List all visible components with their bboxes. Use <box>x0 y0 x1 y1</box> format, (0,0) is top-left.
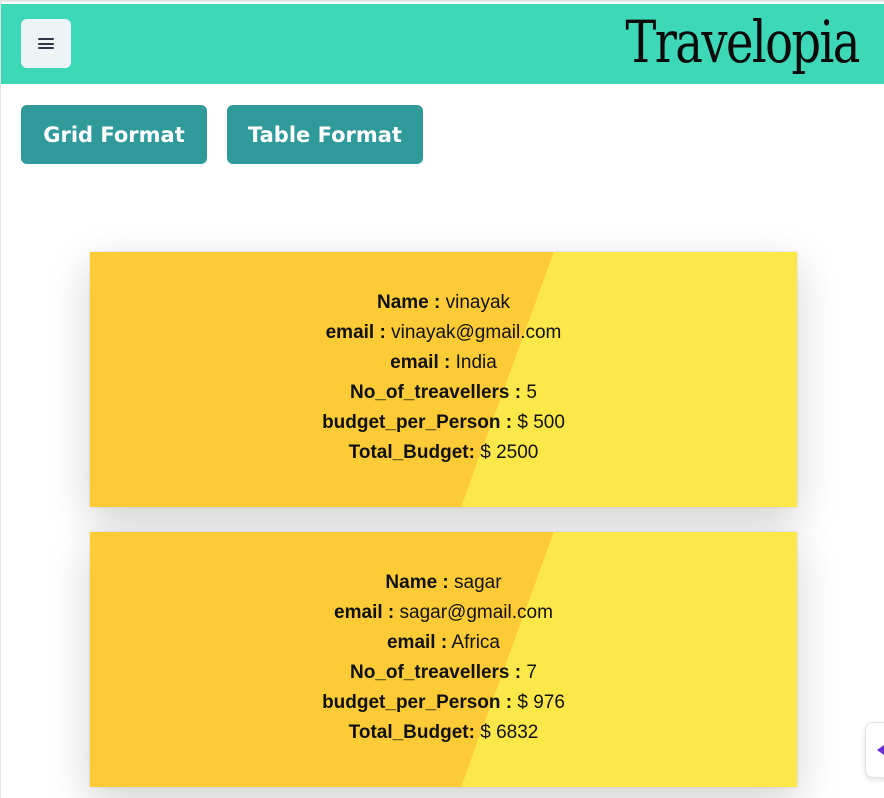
table-format-button[interactable]: Table Format <box>227 105 423 164</box>
travellers-row: No_of_treavellers : 7 <box>350 658 537 688</box>
total-budget-label: Total_Budget: <box>348 721 475 743</box>
navbar: Travelopia <box>1 4 884 84</box>
total-budget-label: Total_Budget: <box>348 441 475 463</box>
budget-per-person-row: budget_per_Person : $ 500 <box>322 408 565 438</box>
name-label: Name : <box>376 291 441 313</box>
hamburger-menu-icon <box>38 38 54 49</box>
traveller-card: Name : vinayak email : vinayak@gmail.com… <box>90 252 797 507</box>
travellers-value: 5 <box>526 381 537 403</box>
name-value: sagar <box>454 571 502 593</box>
total-budget-row: Total_Budget: $ 2500 <box>349 438 539 468</box>
traveller-card: Name : sagar email : sagar@gmail.com ema… <box>90 532 797 787</box>
email-label: email : <box>334 601 395 623</box>
budget-per-person-label: budget_per_Person : <box>322 411 513 433</box>
total-budget-value: $ 2500 <box>480 441 539 463</box>
email-row: email : vinayak@gmail.com <box>326 318 562 348</box>
email-label: email : <box>325 321 386 343</box>
brand-logo[interactable]: Travelopia <box>626 4 861 80</box>
travellers-value: 7 <box>526 661 537 683</box>
destination-row: email : Africa <box>387 628 500 658</box>
destination-row: email : India <box>390 348 497 378</box>
chevron-left-icon <box>877 745 884 755</box>
budget-per-person-value: $ 976 <box>517 691 565 713</box>
budget-per-person-value: $ 500 <box>517 411 565 433</box>
budget-per-person-label: budget_per_Person : <box>322 691 513 713</box>
destination-label: email : <box>390 351 451 373</box>
menu-button[interactable] <box>21 19 71 68</box>
travellers-label: No_of_treavellers : <box>350 661 522 683</box>
app-frame: Travelopia Grid Format Table Format Name… <box>0 0 884 798</box>
name-value: vinayak <box>445 291 511 313</box>
email-value: sagar@gmail.com <box>399 601 553 623</box>
total-budget-row: Total_Budget: $ 6832 <box>349 718 539 748</box>
destination-value: Africa <box>451 631 500 653</box>
side-panel-toggle[interactable] <box>865 722 884 778</box>
travellers-row: No_of_treavellers : 5 <box>350 378 537 408</box>
name-row: Name : vinayak <box>377 288 510 318</box>
email-row: email : sagar@gmail.com <box>334 598 553 628</box>
travellers-label: No_of_treavellers : <box>350 381 522 403</box>
name-row: Name : sagar <box>385 568 501 598</box>
email-value: vinayak@gmail.com <box>391 321 562 343</box>
name-label: Name : <box>385 571 449 593</box>
destination-value: India <box>455 351 497 373</box>
destination-label: email : <box>386 631 448 653</box>
budget-per-person-row: budget_per_Person : $ 976 <box>322 688 565 718</box>
total-budget-value: $ 6832 <box>480 721 539 743</box>
grid-format-button[interactable]: Grid Format <box>21 105 207 164</box>
